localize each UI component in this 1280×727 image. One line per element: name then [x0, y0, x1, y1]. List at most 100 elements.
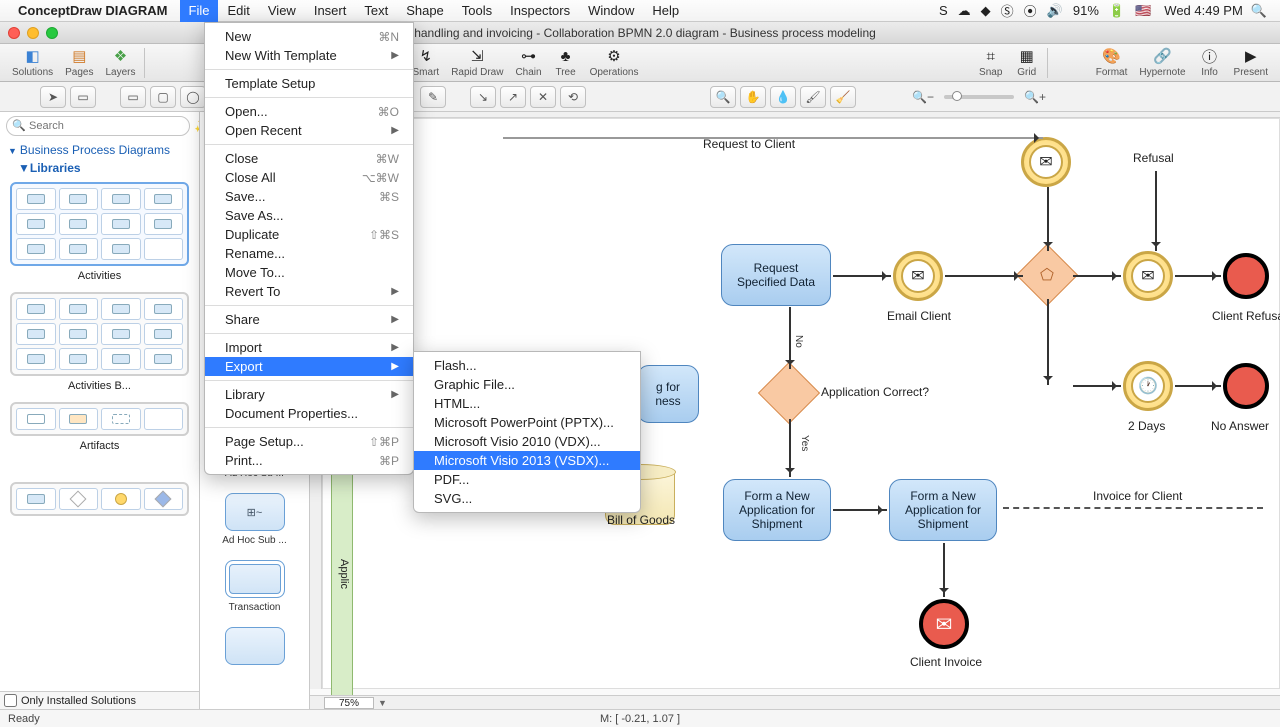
- volume-icon[interactable]: 🔊: [1047, 3, 1063, 19]
- lib-extra[interactable]: [10, 482, 189, 516]
- marquee-tool[interactable]: ▭: [70, 86, 96, 108]
- event-client-invoice[interactable]: ✉: [919, 599, 969, 649]
- file-menu-library[interactable]: Library▶: [205, 385, 413, 404]
- status-icon[interactable]: S: [939, 3, 948, 18]
- file-menu-page-setup-[interactable]: Page Setup...⇧⌘P: [205, 432, 413, 451]
- shape-rect[interactable]: ▭: [120, 86, 146, 108]
- skype-icon[interactable]: Ⓢ: [1001, 1, 1014, 20]
- file-menu-move-to-[interactable]: Move To...: [205, 263, 413, 282]
- file-menu-close[interactable]: Close⌘W: [205, 149, 413, 168]
- connector-1[interactable]: ↘: [470, 86, 496, 108]
- erase-tool[interactable]: 🧹: [830, 86, 856, 108]
- menu-file[interactable]: File: [180, 0, 219, 22]
- tool-tree[interactable]: ♣Tree: [554, 46, 578, 78]
- event-client-refusal[interactable]: [1223, 253, 1269, 299]
- tool-operations[interactable]: ⚙Operations: [590, 46, 639, 78]
- close-window-button[interactable]: [8, 27, 20, 39]
- tool-hypernote[interactable]: 🔗Hypernote: [1139, 46, 1185, 78]
- tree-sub-libraries[interactable]: ▼Libraries: [0, 160, 199, 176]
- tool-snap[interactable]: ⌗Snap: [979, 46, 1003, 78]
- menu-edit[interactable]: Edit: [218, 0, 258, 22]
- zoom-slider[interactable]: [944, 95, 1014, 99]
- tool-format[interactable]: 🎨Format: [1096, 46, 1128, 78]
- library-search-input[interactable]: [6, 116, 190, 136]
- edit-tool[interactable]: ✎: [420, 86, 446, 108]
- connector-3[interactable]: ✕: [530, 86, 556, 108]
- file-menu-template-setup[interactable]: Template Setup: [205, 74, 413, 93]
- task-form-app-2[interactable]: Form a New Application for Shipment: [889, 479, 997, 541]
- event-no-answer[interactable]: [1223, 363, 1269, 409]
- export-microsoft-visio-2013-vsdx-[interactable]: Microsoft Visio 2013 (VSDX)...: [414, 451, 640, 470]
- event-email-client[interactable]: ✉: [893, 251, 943, 301]
- lib-activities[interactable]: Activities: [10, 182, 189, 282]
- file-menu-new[interactable]: New⌘N: [205, 27, 413, 46]
- event-timer[interactable]: 🕐: [1123, 361, 1173, 411]
- menu-tools[interactable]: Tools: [453, 0, 501, 22]
- lib-activities-b[interactable]: Activities B...: [10, 292, 189, 392]
- gateway-top[interactable]: ⬠: [1016, 244, 1078, 306]
- file-menu-close-all[interactable]: Close All⌥⌘W: [205, 168, 413, 187]
- task-fragment[interactable]: g for ness: [637, 365, 699, 423]
- format-painter[interactable]: 🖌: [800, 86, 826, 108]
- zoom-percent[interactable]: 75%: [324, 697, 374, 709]
- tool-info[interactable]: ⓘInfo: [1198, 46, 1222, 78]
- cloud-icon[interactable]: ☁: [958, 3, 971, 19]
- menu-window[interactable]: Window: [579, 0, 643, 22]
- tool-grid[interactable]: ▦Grid: [1015, 46, 1039, 78]
- menu-inspectors[interactable]: Inspectors: [501, 0, 579, 22]
- export-microsoft-visio-2010-vdx-[interactable]: Microsoft Visio 2010 (VDX)...: [414, 432, 640, 451]
- zoom-out-button[interactable]: 🔍−: [910, 86, 936, 108]
- export-microsoft-powerpoint-pptx-[interactable]: Microsoft PowerPoint (PPTX)...: [414, 413, 640, 432]
- export-html-[interactable]: HTML...: [414, 394, 640, 413]
- lib-artifacts[interactable]: Artifacts: [10, 402, 189, 452]
- file-menu-print-[interactable]: Print...⌘P: [205, 451, 413, 470]
- file-menu-export[interactable]: Export▶: [205, 357, 413, 376]
- file-menu-save-as-[interactable]: Save As...: [205, 206, 413, 225]
- only-installed-checkbox[interactable]: Only Installed Solutions: [0, 691, 199, 709]
- spotlight-icon[interactable]: 🔍: [1251, 3, 1267, 19]
- tool-solutions[interactable]: ◧ Solutions: [12, 46, 53, 78]
- shape-ellipse[interactable]: ◯: [180, 86, 206, 108]
- zoom-dropdown-icon[interactable]: ▼: [378, 698, 387, 708]
- tool-smart[interactable]: ↯Smart: [413, 46, 440, 78]
- tool-rapid-draw[interactable]: ⇲Rapid Draw: [451, 46, 503, 78]
- wifi-icon[interactable]: ⦿: [1024, 1, 1037, 20]
- zoom-in-button[interactable]: 🔍+: [1022, 86, 1048, 108]
- export-svg-[interactable]: SVG...: [414, 489, 640, 508]
- zoom-window-button[interactable]: [46, 27, 58, 39]
- battery-pct[interactable]: 91%: [1073, 3, 1099, 18]
- file-menu-import[interactable]: Import▶: [205, 338, 413, 357]
- export-graphic-file-[interactable]: Graphic File...: [414, 375, 640, 394]
- menu-shape[interactable]: Shape: [397, 0, 453, 22]
- export-pdf-[interactable]: PDF...: [414, 470, 640, 489]
- file-menu-open-recent[interactable]: Open Recent▶: [205, 121, 413, 140]
- file-menu-new-with-template[interactable]: New With Template▶: [205, 46, 413, 65]
- gateway-app-correct[interactable]: [758, 362, 820, 424]
- task-form-app-1[interactable]: Form a New Application for Shipment: [723, 479, 831, 541]
- tool-present[interactable]: ▶Present: [1234, 46, 1268, 78]
- connector-4[interactable]: ⟲: [560, 86, 586, 108]
- connector-2[interactable]: ↗: [500, 86, 526, 108]
- shape-transaction[interactable]: Transaction: [200, 560, 309, 613]
- app-name[interactable]: ConceptDraw DIAGRAM: [18, 3, 168, 18]
- shape-adhoc-sub[interactable]: ⊞~ Ad Hoc Sub ...: [200, 493, 309, 546]
- shape-rrect[interactable]: ▢: [150, 86, 176, 108]
- task-request-data[interactable]: Request Specified Data: [721, 244, 831, 306]
- shape-extra[interactable]: [200, 627, 309, 665]
- tree-heading[interactable]: ▼Business Process Diagrams: [0, 140, 199, 160]
- flag-icon[interactable]: 🇺🇸: [1135, 3, 1151, 19]
- menu-insert[interactable]: Insert: [305, 0, 356, 22]
- only-installed-input[interactable]: [4, 694, 17, 707]
- menu-help[interactable]: Help: [643, 0, 688, 22]
- eyedrop-tool[interactable]: 💧: [770, 86, 796, 108]
- file-menu-revert-to[interactable]: Revert To▶: [205, 282, 413, 301]
- battery-icon[interactable]: 🔋: [1109, 3, 1125, 19]
- file-menu-save-[interactable]: Save...⌘S: [205, 187, 413, 206]
- pan-tool[interactable]: ✋: [740, 86, 766, 108]
- dropbox-icon[interactable]: ◆: [981, 3, 991, 19]
- menu-view[interactable]: View: [259, 0, 305, 22]
- file-menu-open-[interactable]: Open...⌘O: [205, 102, 413, 121]
- file-menu-duplicate[interactable]: Duplicate⇧⌘S: [205, 225, 413, 244]
- tool-layers[interactable]: ❖ Layers: [106, 46, 136, 78]
- menubar-clock[interactable]: Wed 4:49 PM: [1164, 3, 1243, 18]
